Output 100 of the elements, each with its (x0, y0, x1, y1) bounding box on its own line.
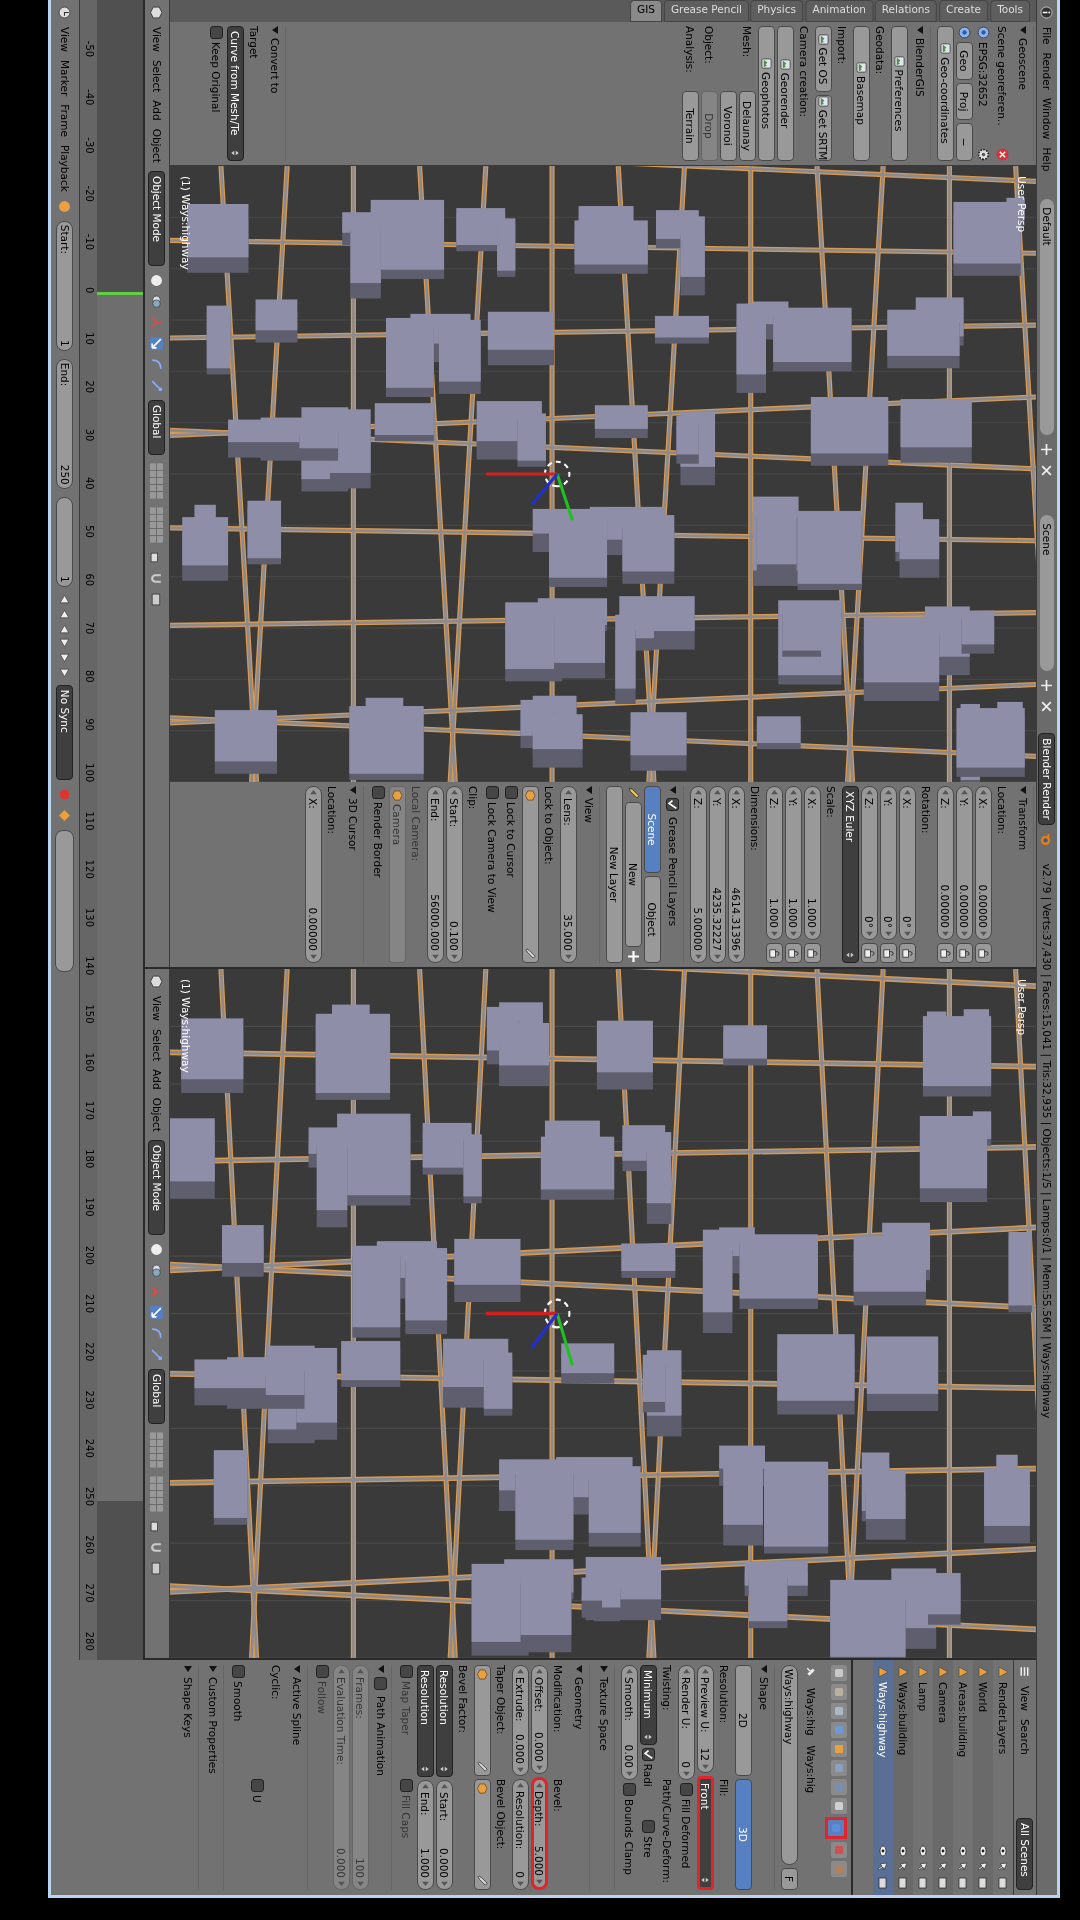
toggle-button[interactable]: Object (644, 876, 661, 963)
dropdown[interactable]: Resolution (417, 1665, 434, 1777)
plus-icon[interactable] (1040, 679, 1054, 693)
number-field[interactable]: Start: 0.100 (446, 786, 463, 963)
right-arrow-icon[interactable] (980, 931, 987, 936)
right-arrow-icon[interactable] (714, 954, 721, 959)
eyedropper-icon[interactable] (477, 1761, 488, 1772)
menu-item[interactable]: File (1041, 27, 1053, 45)
lock-button[interactable] (785, 943, 802, 963)
number-field[interactable]: Y: 4235.32227 (709, 786, 726, 963)
checkbox[interactable]: Stre (642, 1820, 655, 1890)
sphere-icon[interactable] (150, 273, 164, 287)
outliner-row[interactable]: Camera (933, 1660, 953, 1895)
menu-item[interactable]: View (151, 27, 163, 52)
panel-button[interactable]: Proj (956, 82, 973, 121)
lock-button[interactable] (880, 943, 897, 963)
left-arrow-icon[interactable] (695, 790, 702, 795)
camera-icon[interactable] (997, 1877, 1009, 1889)
camera-icon[interactable] (937, 1877, 949, 1889)
breadcrumb-link[interactable]: Ways:hig (805, 1745, 817, 1794)
pivot-icon[interactable] (150, 294, 164, 308)
right-arrow-icon[interactable] (942, 931, 949, 936)
mode-dropdown[interactable]: Object Mode (148, 1139, 166, 1235)
left-arrow-icon[interactable] (809, 790, 816, 795)
outliner-item-label[interactable]: Ways:building (897, 1682, 909, 1841)
dropdown[interactable]: Minimum (640, 1665, 657, 1745)
outliner-item-label[interactable]: Lamp (917, 1682, 929, 1841)
panel-button[interactable]: New Layer (606, 786, 623, 963)
number-field[interactable]: X: 1.000 (804, 786, 821, 940)
panel-button[interactable]: Basemap (853, 26, 870, 161)
left-arrow-icon[interactable] (885, 790, 892, 795)
panel-title[interactable]: Transform (1017, 798, 1029, 851)
menu-item[interactable]: Playback (59, 144, 71, 192)
panel-title[interactable]: Active Spline (291, 1677, 303, 1746)
number-field[interactable]: Y: 1.000 (785, 786, 802, 940)
number-field[interactable]: Z: 1.000 (766, 786, 783, 940)
fake-user-button[interactable]: F (781, 1868, 798, 1890)
checkbox[interactable]: U (251, 1779, 264, 1890)
menu-item[interactable]: Object (151, 1097, 163, 1132)
disclosure-triangle-icon[interactable] (349, 786, 357, 794)
tool-tab[interactable]: Grease Pencil (663, 0, 749, 22)
panel-button[interactable]: Get OS (815, 26, 832, 92)
datablock-field[interactable]: Ways:highway (781, 1665, 798, 1865)
left-arrow-icon[interactable] (441, 1784, 448, 1789)
right-arrow-icon[interactable] (517, 1881, 524, 1886)
right-arrow-icon[interactable] (310, 954, 317, 959)
cube-icon[interactable] (150, 975, 164, 988)
disclosure-triangle-icon[interactable] (575, 1665, 583, 1673)
dropdown[interactable]: Front (697, 1776, 714, 1890)
eye-icon[interactable] (917, 1845, 929, 1857)
tool-tab[interactable]: Tools (990, 0, 1030, 22)
eyedropper-icon[interactable] (525, 948, 536, 959)
menu-item[interactable]: View (1019, 1686, 1031, 1711)
checkbox[interactable]: Smooth (232, 1665, 245, 1776)
camera-icon[interactable] (977, 1877, 989, 1889)
eye-icon[interactable] (997, 1845, 1009, 1857)
menu-item[interactable]: View (151, 996, 163, 1021)
menu-item[interactable]: Render (1041, 52, 1053, 90)
playback-icon[interactable] (58, 636, 72, 650)
toggle-button[interactable]: Scene (644, 786, 661, 873)
right-arrow-icon[interactable] (536, 1879, 543, 1884)
context-tab-icon[interactable] (831, 1665, 847, 1681)
toggle-button[interactable]: 3D (735, 1779, 752, 1890)
outliner-row[interactable]: Ways:highway (873, 1660, 893, 1895)
left-arrow-icon[interactable] (451, 790, 458, 795)
left-arrow-icon[interactable] (517, 1783, 524, 1788)
disclosure-triangle-icon[interactable] (184, 1665, 192, 1673)
left-arrow-icon[interactable] (961, 790, 968, 795)
info-icon[interactable] (1040, 6, 1054, 19)
tool-tab[interactable]: Animation (805, 0, 873, 22)
eye-icon[interactable] (977, 1845, 989, 1857)
pivot-icon[interactable] (150, 1263, 164, 1277)
close-icon[interactable] (1040, 464, 1054, 478)
lock-button[interactable] (956, 943, 973, 963)
right-arrow-icon[interactable] (885, 931, 892, 936)
cursor-icon[interactable] (897, 1861, 909, 1873)
number-field[interactable]: Z: 0° (861, 786, 878, 940)
scene-selector[interactable]: Scene (1040, 515, 1054, 672)
outliner-row[interactable]: RenderLayers (993, 1660, 1013, 1895)
right-arrow-icon[interactable] (961, 931, 968, 936)
number-field[interactable]: Offset: 0.000 (531, 1665, 548, 1774)
checkbox[interactable]: Bounds Clamp (623, 1783, 636, 1890)
magnet-icon[interactable] (150, 1540, 164, 1554)
number-field[interactable]: Depth: 5.000 (531, 1777, 548, 1890)
right-arrow-icon[interactable] (626, 1771, 633, 1776)
left-arrow-icon[interactable] (310, 790, 317, 795)
render-engine-dropdown[interactable]: Blender Render (1038, 733, 1056, 825)
outliner-item-label[interactable]: Camera (937, 1682, 949, 1841)
playback-icon[interactable] (58, 651, 72, 665)
context-tab-icon[interactable] (831, 1798, 847, 1814)
panel-title[interactable]: Convert to (269, 38, 281, 94)
magnet-icon[interactable] (150, 571, 164, 585)
checkbox[interactable]: Keep Original (210, 26, 223, 161)
number-field[interactable]: 1 (56, 496, 74, 587)
left-arrow-icon[interactable] (432, 790, 439, 795)
menu-item[interactable]: Select (151, 59, 163, 93)
orientation-dropdown[interactable]: Global (148, 1368, 166, 1424)
toggle-button[interactable]: 2D (735, 1665, 752, 1776)
right-arrow-icon[interactable] (733, 954, 740, 959)
panel-title[interactable]: Grease Pencil Layers (667, 817, 679, 927)
